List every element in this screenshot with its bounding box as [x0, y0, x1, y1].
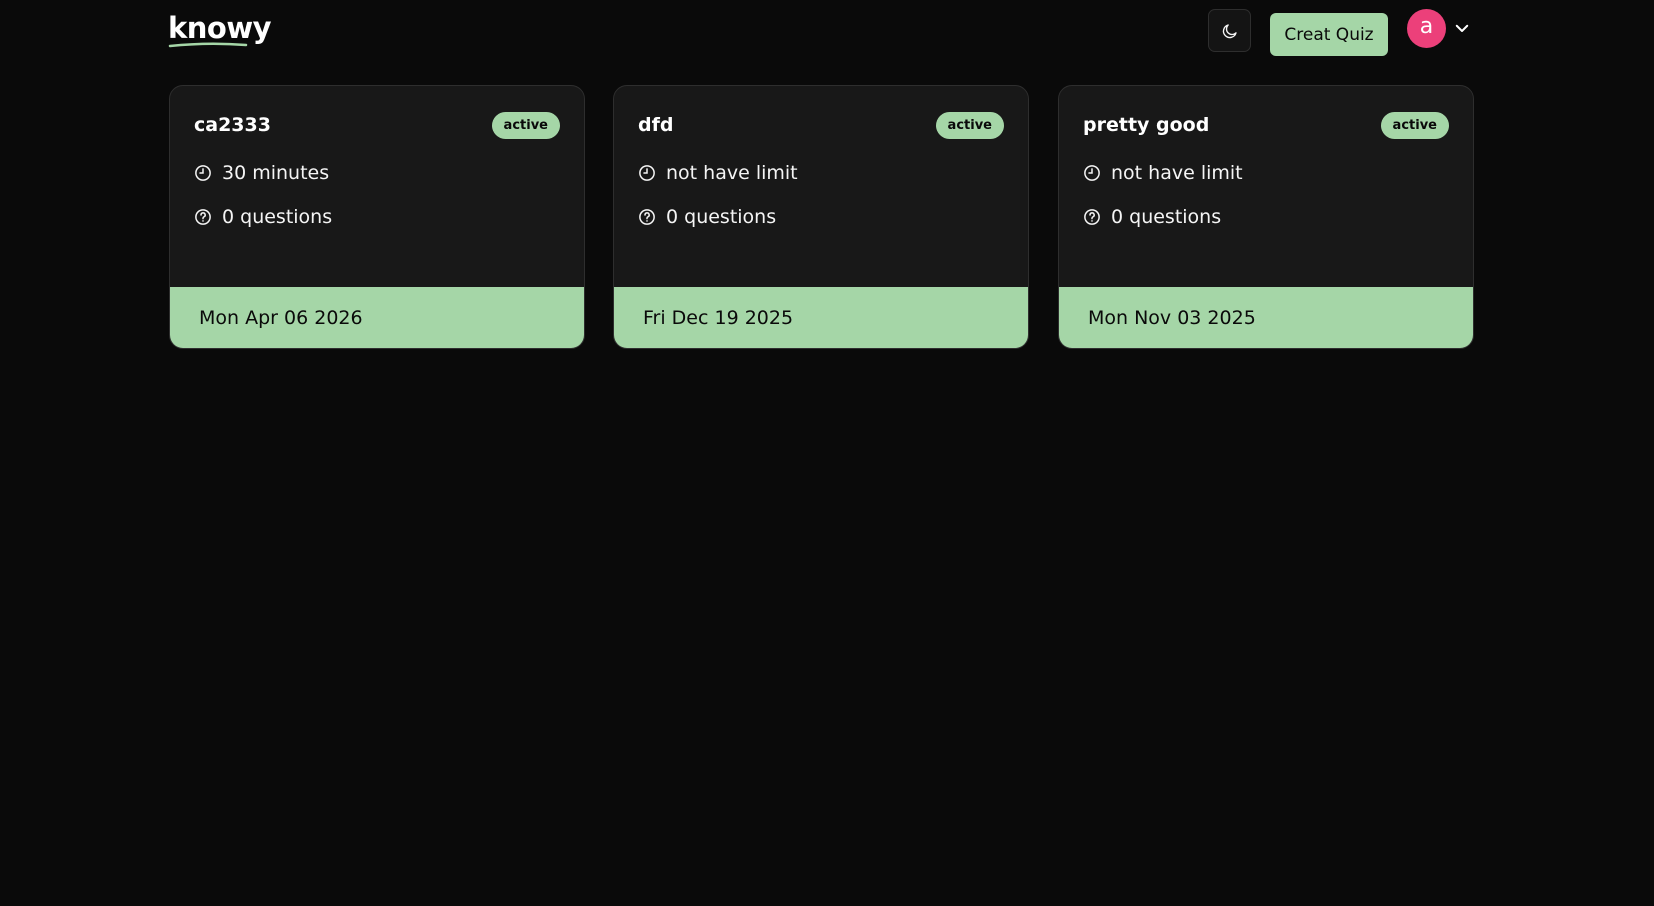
quiz-date-footer: Mon Nov 03 2025	[1059, 287, 1473, 348]
chevron-down-icon[interactable]	[1453, 19, 1471, 37]
questions-row: 0 questions	[1083, 206, 1221, 228]
quiz-title: ca2333	[194, 114, 271, 136]
clock-icon	[195, 165, 211, 181]
quiz-date-footer: Mon Apr 06 2026	[170, 287, 584, 348]
questions-count-text: 0 questions	[222, 206, 333, 228]
questions-row: 0 questions	[638, 206, 776, 228]
questions-count-text: 0 questions	[666, 206, 777, 228]
questions-row: 0 questions	[194, 206, 332, 228]
quiz-card[interactable]: ca2333 active 30 minutes 0 questions Mon…	[169, 85, 585, 349]
question-circle-icon	[639, 209, 655, 225]
theme-toggle-button[interactable]	[1208, 9, 1251, 52]
create-quiz-button[interactable]: Creat Quiz	[1270, 13, 1388, 56]
question-circle-icon	[195, 209, 211, 225]
quiz-date-footer: Fri Dec 19 2025	[614, 287, 1028, 348]
questions-count-text: 0 questions	[1111, 206, 1222, 228]
logo-underline-decoration	[168, 42, 248, 48]
time-limit-text: not have limit	[1111, 162, 1243, 184]
clock-icon	[639, 165, 655, 181]
moon-icon	[1222, 23, 1237, 38]
quiz-card[interactable]: pretty good active not have limit 0 ques…	[1058, 85, 1474, 349]
status-badge: active	[491, 112, 560, 139]
avatar[interactable]: a	[1407, 9, 1446, 48]
time-limit-text: not have limit	[666, 162, 798, 184]
status-badge: active	[935, 112, 1004, 139]
question-circle-icon	[1084, 209, 1100, 225]
top-header: knowy Creat Quiz a	[0, 0, 1654, 66]
time-limit-row: 30 minutes	[194, 162, 329, 184]
quiz-title: dfd	[638, 114, 674, 136]
quiz-card[interactable]: dfd active not have limit 0 questions Fr…	[613, 85, 1029, 349]
clock-icon	[1084, 165, 1100, 181]
status-badge: active	[1380, 112, 1449, 139]
time-limit-text: 30 minutes	[222, 162, 330, 184]
time-limit-row: not have limit	[1083, 162, 1243, 184]
time-limit-row: not have limit	[638, 162, 798, 184]
quiz-title: pretty good	[1083, 114, 1210, 136]
